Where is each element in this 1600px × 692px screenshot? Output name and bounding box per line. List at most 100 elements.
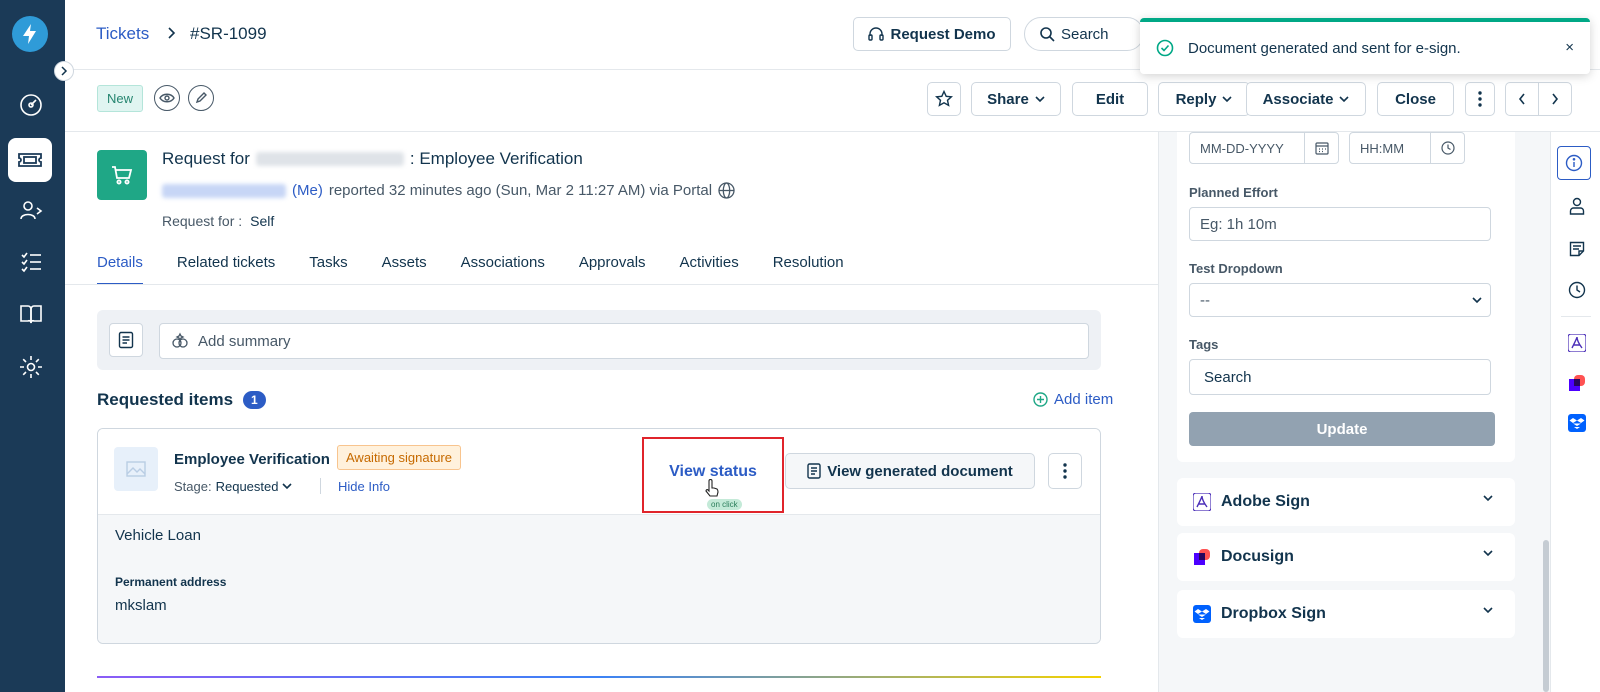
tab-tasks[interactable]: Tasks (309, 254, 347, 285)
divider (320, 478, 321, 494)
redacted-requester-link[interactable] (162, 183, 286, 198)
ticket-main-content: Request for : Employee Verification (Me)… (65, 132, 1158, 692)
docusign-rail-icon[interactable] (1566, 372, 1588, 394)
watch-eye-icon[interactable] (154, 85, 180, 111)
dashboard-icon[interactable] (16, 90, 46, 120)
dropbox-sign-panel[interactable]: Dropbox Sign (1177, 590, 1515, 638)
tab-assets[interactable]: Assets (382, 254, 427, 285)
edit-pencil-icon[interactable] (188, 85, 214, 111)
update-label: Update (1316, 420, 1368, 438)
knowledge-book-icon[interactable] (16, 299, 46, 329)
permanent-address-value: mkslam (115, 597, 167, 614)
request-demo-button[interactable]: Request Demo (853, 17, 1011, 51)
update-button[interactable]: Update (1189, 412, 1495, 446)
test-dropdown-label: Test Dropdown (1189, 261, 1283, 276)
item-more-options-button[interactable] (1048, 453, 1082, 489)
chevron-down-icon (1035, 95, 1045, 103)
settings-gear-icon[interactable] (16, 352, 46, 382)
dropbox-sign-rail-icon[interactable] (1566, 412, 1588, 434)
document-icon (807, 463, 821, 479)
summary-document-icon[interactable] (109, 323, 143, 357)
me-label[interactable]: (Me) (292, 182, 323, 199)
breadcrumb-tickets-link[interactable]: Tickets (96, 24, 149, 44)
ticket-toolbar: New Share Edit Reply Associate Close (65, 70, 1600, 132)
clock-icon[interactable] (1430, 133, 1464, 163)
properties-scrollbar[interactable] (1543, 540, 1549, 692)
properties-card: MM-DD-YYYY HH:MM Planned Effort Eg: 1h 1… (1177, 132, 1515, 462)
globe-icon (718, 182, 735, 199)
tickets-nav-icon[interactable] (8, 138, 52, 182)
breadcrumb-chevron-icon (167, 26, 177, 40)
breadcrumb-ticket-id: #SR-1099 (190, 24, 267, 43)
adobe-sign-label: Adobe Sign (1221, 493, 1310, 510)
add-item-button[interactable]: Add item (1033, 391, 1113, 408)
docusign-panel[interactable]: Docusign (1177, 533, 1515, 581)
test-dropdown-select[interactable]: -- (1189, 283, 1491, 317)
chevron-down-icon (1483, 550, 1493, 557)
success-toast: Document generated and sent for e-sign. … (1140, 18, 1590, 74)
close-label: Close (1395, 90, 1436, 108)
next-section-border (97, 676, 1101, 692)
ticket-title-prefix: Request for (162, 149, 250, 168)
notes-icon[interactable] (1566, 238, 1588, 260)
properties-panel: MM-DD-YYYY HH:MM Planned Effort Eg: 1h 1… (1158, 132, 1550, 692)
tab-activities[interactable]: Activities (680, 254, 739, 285)
previous-ticket-button[interactable] (1505, 82, 1539, 116)
requested-item-details: Vehicle Loan Permanent address mkslam (98, 515, 1100, 643)
reply-button[interactable]: Reply (1158, 82, 1250, 116)
date-placeholder: MM-DD-YYYY (1200, 140, 1284, 156)
add-item-label: Add item (1054, 391, 1114, 408)
summary-section: Add summary (97, 310, 1101, 370)
requested-items-title: Requested items (97, 390, 234, 409)
share-button[interactable]: Share (971, 82, 1061, 116)
requested-item-card: Employee Verification Awaiting signature… (97, 428, 1101, 644)
share-label: Share (987, 90, 1029, 108)
tags-search-input[interactable]: Search (1189, 359, 1491, 395)
chevron-right-icon (1551, 93, 1559, 105)
app-logo-icon[interactable] (12, 16, 48, 52)
edit-label: Edit (1095, 90, 1125, 108)
add-summary-input[interactable]: Add summary (159, 323, 1089, 359)
chevron-down-icon (1472, 297, 1482, 304)
favorite-star-button[interactable] (927, 82, 961, 116)
chevron-down-icon (1339, 95, 1350, 103)
tab-associations[interactable]: Associations (461, 254, 545, 285)
calendar-icon[interactable] (1304, 133, 1338, 163)
item-field-value: Vehicle Loan (115, 527, 201, 544)
associate-button[interactable]: Associate (1246, 82, 1366, 116)
time-log-clock-icon[interactable] (1566, 279, 1588, 301)
rail-divider (1561, 316, 1591, 317)
adobe-sign-rail-icon[interactable] (1566, 332, 1588, 354)
tab-resolution[interactable]: Resolution (773, 254, 844, 285)
tab-related-tickets[interactable]: Related tickets (177, 254, 275, 285)
docusign-label: Docusign (1221, 548, 1294, 565)
due-date-input[interactable]: MM-DD-YYYY (1189, 132, 1339, 164)
contact-person-icon[interactable] (1566, 195, 1588, 217)
toast-close-icon[interactable]: × (1565, 39, 1574, 56)
planned-effort-input[interactable]: Eg: 1h 10m (1189, 207, 1491, 241)
adobe-sign-panel[interactable]: Adobe Sign (1177, 478, 1515, 526)
global-search-button[interactable]: Search (1024, 17, 1144, 51)
due-time-input[interactable]: HH:MM (1349, 132, 1465, 164)
edit-button[interactable]: Edit (1072, 82, 1148, 116)
associate-label: Associate (1262, 90, 1334, 108)
tab-approvals[interactable]: Approvals (579, 254, 646, 285)
task-list-icon[interactable] (16, 247, 46, 277)
permanent-address-label: Permanent address (115, 575, 227, 589)
search-label: Search (1061, 25, 1109, 43)
info-icon[interactable] (1557, 146, 1591, 180)
close-ticket-button[interactable]: Close (1377, 82, 1454, 116)
user-switch-icon[interactable] (16, 195, 46, 225)
chevron-left-icon (1518, 93, 1526, 105)
search-icon (1039, 26, 1055, 42)
next-ticket-button[interactable] (1538, 82, 1572, 116)
view-generated-document-button[interactable]: View generated document (785, 453, 1035, 489)
hide-info-link[interactable]: Hide Info (338, 479, 390, 494)
tags-label: Tags (1189, 337, 1219, 352)
on-click-indicator: on click (707, 499, 742, 510)
tab-details[interactable]: Details (97, 254, 143, 285)
stage-value: Requested (215, 479, 279, 494)
stage-dropdown[interactable]: Stage: Requested (174, 479, 293, 494)
more-options-button[interactable] (1465, 82, 1495, 116)
nav-collapse-chevron-icon[interactable] (54, 61, 74, 81)
